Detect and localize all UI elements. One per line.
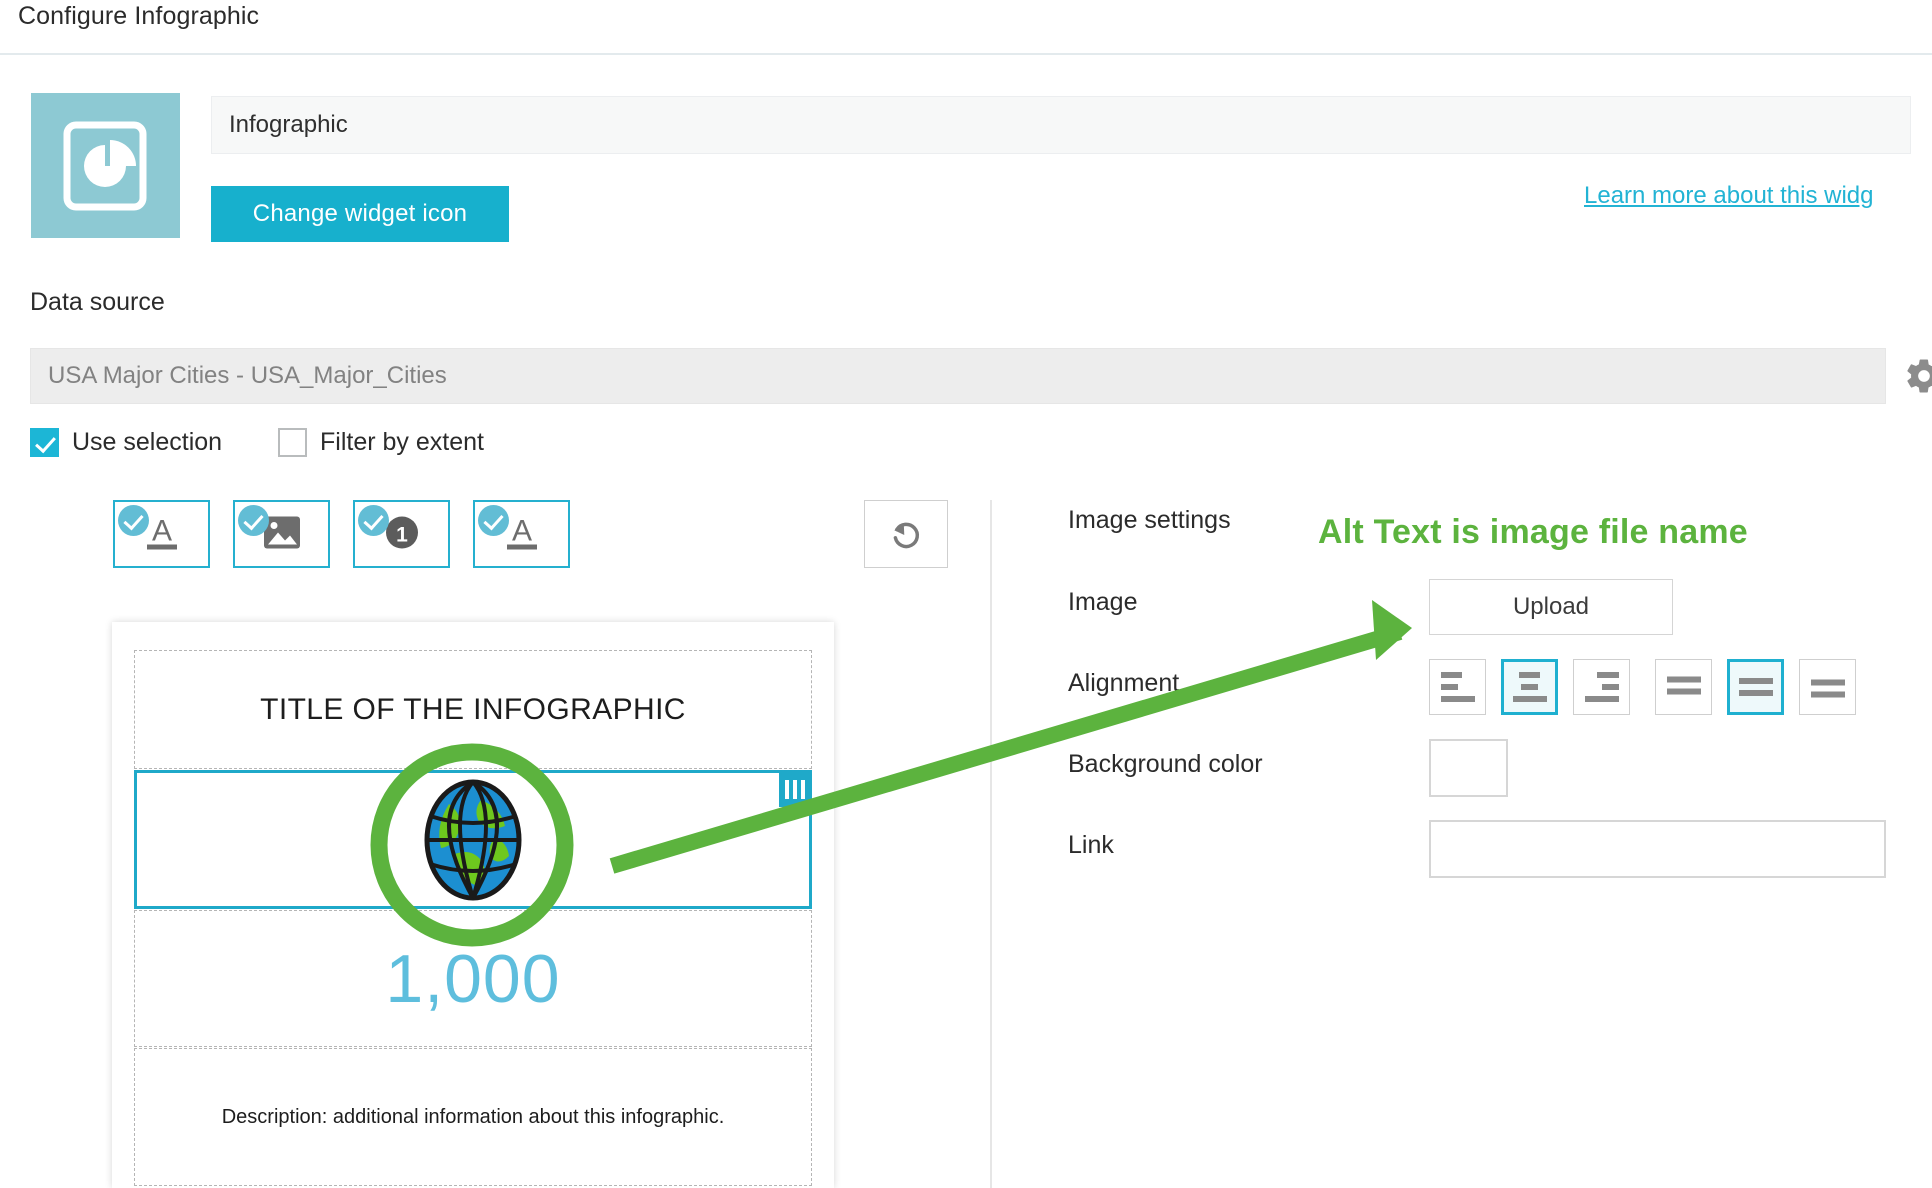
link-input[interactable]	[1429, 820, 1886, 878]
infographic-pie-chart-icon	[63, 121, 147, 211]
filter-by-extent-label: Filter by extent	[320, 428, 484, 456]
align-middle-icon	[1738, 675, 1773, 699]
number-element-enabled-check	[358, 505, 389, 536]
filter-by-extent-checkbox[interactable]: Filter by extent	[278, 428, 484, 457]
preview-title-text: TITLE OF THE INFOGRAPHIC	[260, 692, 686, 726]
title-element-button[interactable]: A	[113, 500, 210, 568]
svg-text:1: 1	[396, 524, 408, 547]
svg-text:A: A	[511, 515, 531, 548]
image-settings-title: Image settings	[1068, 506, 1231, 534]
svg-text:A: A	[151, 515, 171, 548]
background-color-label: Background color	[1068, 750, 1263, 778]
configure-infographic-page: Configure Infographic Change widget icon…	[0, 0, 1932, 1188]
learn-more-link[interactable]: Learn more about this widg	[1584, 182, 1874, 210]
title-element-enabled-check	[118, 505, 149, 536]
widget-icon-tile[interactable]	[31, 93, 180, 238]
preview-image-section[interactable]	[134, 770, 812, 909]
align-bottom-button[interactable]	[1799, 659, 1856, 715]
drag-handle-icon[interactable]	[779, 771, 811, 807]
align-center-button[interactable]	[1501, 659, 1558, 715]
link-label: Link	[1068, 831, 1114, 859]
globe-image	[419, 776, 527, 904]
align-left-icon	[1440, 669, 1475, 705]
align-bottom-icon	[1810, 677, 1845, 698]
preview-title-section[interactable]: TITLE OF THE INFOGRAPHIC	[134, 650, 812, 769]
align-right-button[interactable]	[1573, 659, 1630, 715]
align-left-button[interactable]	[1429, 659, 1486, 715]
align-top-button[interactable]	[1655, 659, 1712, 715]
panel-divider	[990, 500, 992, 1188]
preview-number-text: 1,000	[385, 940, 561, 1017]
reset-button[interactable]	[864, 500, 948, 568]
reset-arrow-icon	[893, 522, 920, 549]
alignment-label: Alignment	[1068, 669, 1180, 697]
change-widget-icon-button[interactable]: Change widget icon	[211, 186, 509, 242]
widget-name-input[interactable]	[211, 96, 1911, 154]
annotation-text: Alt Text is image file name	[1318, 513, 1748, 551]
upload-button[interactable]: Upload	[1429, 579, 1673, 635]
image-element-button[interactable]	[233, 500, 330, 568]
align-middle-button[interactable]	[1727, 659, 1784, 715]
infographic-preview: TITLE OF THE INFOGRAPHIC 1,000 Descripti…	[112, 622, 834, 1188]
align-right-icon	[1584, 669, 1619, 705]
align-top-icon	[1666, 676, 1701, 698]
page-title: Configure Infographic	[18, 2, 260, 30]
use-selection-checkbox-box[interactable]	[30, 428, 59, 457]
image-element-enabled-check	[238, 505, 269, 536]
number-element-button[interactable]: 1	[353, 500, 450, 568]
preview-description-text: Description: additional information abou…	[221, 1105, 725, 1128]
description-element-button[interactable]: A	[473, 500, 570, 568]
preview-description-section[interactable]: Description: additional information abou…	[134, 1048, 812, 1186]
description-element-enabled-check	[478, 505, 509, 536]
filter-by-extent-checkbox-box[interactable]	[278, 428, 307, 457]
data-source-label: Data source	[30, 288, 165, 316]
data-source-input[interactable]	[30, 348, 1886, 404]
dialog-header: Configure Infographic	[0, 0, 1932, 55]
align-center-icon	[1512, 669, 1547, 705]
use-selection-checkbox[interactable]: Use selection	[30, 428, 222, 457]
use-selection-label: Use selection	[72, 428, 223, 456]
gear-icon[interactable]	[1904, 356, 1932, 396]
image-label: Image	[1068, 588, 1138, 616]
preview-number-section[interactable]: 1,000	[134, 910, 812, 1047]
background-color-swatch[interactable]	[1429, 739, 1508, 797]
header-divider	[0, 53, 1932, 55]
